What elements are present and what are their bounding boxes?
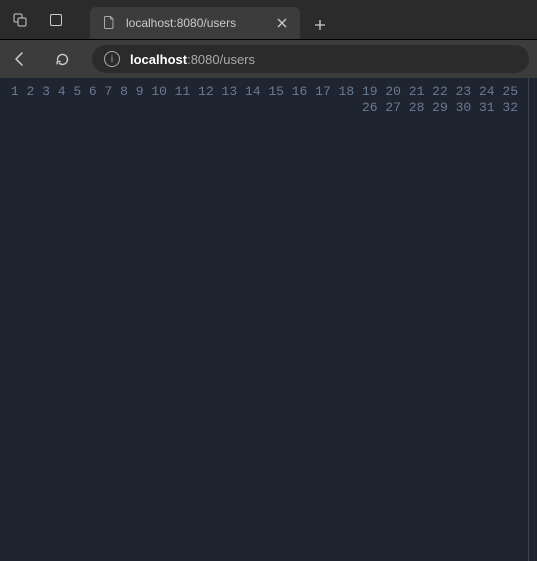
tab-strip: localhost:8080/users [90, 0, 334, 39]
json-viewer: 1 2 3 4 5 6 7 8 9 10 11 12 13 14 15 16 1… [0, 78, 537, 561]
tab-active[interactable]: localhost:8080/users [90, 7, 300, 39]
back-button[interactable] [8, 47, 32, 71]
url-host: localhost [130, 52, 187, 67]
refresh-button[interactable] [50, 47, 74, 71]
page-icon [102, 15, 116, 32]
line-number-gutter: 1 2 3 4 5 6 7 8 9 10 11 12 13 14 15 16 1… [0, 78, 529, 561]
tab-actions-icon[interactable] [44, 8, 68, 32]
address-bar[interactable]: i localhost:8080/users [92, 45, 529, 73]
site-info-icon[interactable]: i [104, 51, 120, 67]
url-path: :8080/users [187, 52, 255, 67]
tab-title: localhost:8080/users [126, 16, 236, 30]
workspaces-icon[interactable] [8, 8, 32, 32]
close-icon[interactable] [274, 15, 290, 31]
navbar: i localhost:8080/users [0, 40, 537, 78]
titlebar: localhost:8080/users [0, 0, 537, 40]
address-text: localhost:8080/users [130, 52, 255, 67]
json-body: [ { "id": 1, "name": "Jone", "age": 18, … [529, 78, 537, 561]
new-tab-button[interactable] [306, 11, 334, 39]
